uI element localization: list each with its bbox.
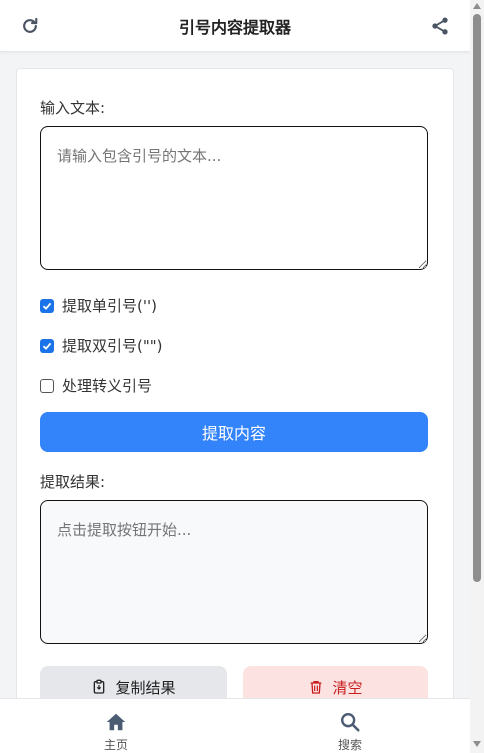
bottom-nav: 主页 搜索 xyxy=(0,698,470,753)
option-label: 提取双引号("") xyxy=(62,337,163,355)
checkbox-unchecked-icon[interactable] xyxy=(40,378,54,393)
output-label: 提取结果: xyxy=(40,473,106,491)
input-textarea[interactable] xyxy=(40,126,428,270)
output-textarea[interactable] xyxy=(40,500,428,644)
option-escape-quotes[interactable]: 处理转义引号 xyxy=(40,375,152,396)
page-title: 引号内容提取器 xyxy=(178,17,291,37)
checkbox-checked-icon[interactable] xyxy=(40,298,54,313)
option-single-quotes[interactable]: 提取单引号('') xyxy=(40,295,157,316)
home-icon xyxy=(106,713,126,731)
scroll-up-icon[interactable] xyxy=(473,3,481,9)
option-label: 提取单引号('') xyxy=(62,297,157,315)
search-icon xyxy=(341,713,360,732)
checkbox-checked-icon[interactable] xyxy=(40,338,54,353)
scrollbar-thumb[interactable] xyxy=(473,14,481,582)
clear-label: 清空 xyxy=(332,678,363,697)
nav-label: 搜索 xyxy=(338,738,363,752)
nav-label: 主页 xyxy=(104,738,129,752)
scrollbar[interactable] xyxy=(470,0,484,753)
refresh-icon[interactable] xyxy=(20,16,40,36)
extract-button[interactable]: 提取内容 xyxy=(40,412,428,452)
option-label: 处理转义引号 xyxy=(62,377,153,395)
copy-label: 复制结果 xyxy=(115,678,176,697)
nav-item-search[interactable]: 搜索 xyxy=(338,711,362,753)
trash-icon xyxy=(311,681,322,694)
input-label: 输入文本: xyxy=(40,99,106,117)
app-header: 引号内容提取器 xyxy=(0,0,470,52)
share-icon[interactable] xyxy=(430,16,450,36)
scroll-down-icon[interactable] xyxy=(473,741,481,747)
nav-item-home[interactable]: 主页 xyxy=(104,711,128,753)
option-double-quotes[interactable]: 提取双引号("") xyxy=(40,335,163,356)
clipboard-icon xyxy=(94,679,105,694)
